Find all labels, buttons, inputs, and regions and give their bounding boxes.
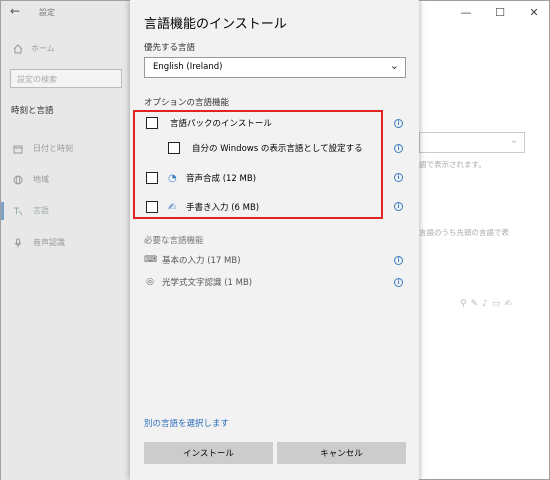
dialog-title: 言語機能のインストール [144,17,287,32]
close-button[interactable]: ✕ [517,1,550,23]
text-to-speech-checkbox[interactable] [146,172,158,184]
sidebar-item-region[interactable]: 地域 [13,174,49,185]
option-label: 自分の Windows の表示言語として設定する [192,144,363,154]
install-button[interactable]: インストール [144,442,273,464]
sidebar-item-language[interactable]: 言語 [13,205,49,216]
language-icon [14,207,23,215]
sidebar-item-date-time[interactable]: 日付と時刻 [13,143,73,154]
sidebar-item-label: 地域 [33,175,49,184]
maximize-button[interactable]: ☐ [483,1,517,23]
option-language-pack[interactable]: 言語パックのインストール [146,117,272,129]
required-features-label: 必要な言語機能 [144,236,204,246]
info-icon[interactable]: i [394,278,403,287]
minimize-button[interactable]: — [449,1,483,23]
home-label: ホーム [31,44,55,53]
optional-features-label: オプションの言語機能 [144,98,230,108]
info-icon[interactable]: i [394,202,403,211]
sidebar-item-label: 音声認識 [33,238,65,247]
option-text-to-speech[interactable]: ◔ 音声合成 (12 MB) [146,172,256,184]
option-label: 音声合成 (12 MB) [186,174,257,184]
microphone-icon [14,238,22,247]
info-icon[interactable]: i [394,173,403,182]
handwriting-icon: ✍ [168,201,177,213]
feature-icon: ⚲ [460,299,467,309]
sidebar-item-speech[interactable]: 音声認識 [13,237,65,248]
background-dropdown [419,132,525,153]
ocr-icon: ◎ [146,277,154,287]
required-label: 光学式文字認識 (1 MB) [162,278,253,288]
set-display-language-checkbox[interactable] [168,142,180,154]
background-feature-icons: ⚲ ✎ ♪ ▭ ✍ [460,299,512,309]
handwriting-icon: ✍ [504,299,512,309]
cancel-button[interactable]: キャンセル [277,442,406,464]
sidebar-item-label: 言語 [33,206,49,215]
sidebar-item-label: 日付と時刻 [33,144,73,153]
language-pack-checkbox[interactable] [146,117,158,129]
active-indicator [1,202,4,220]
app-title: 設定 [39,8,55,17]
home-icon [13,43,23,53]
preferred-language-label: 優先する言語 [144,43,196,53]
option-set-display-language[interactable]: 自分の Windows の表示言語として設定する [168,142,363,154]
info-icon[interactable]: i [394,256,403,265]
feature-icon: ▭ [491,299,501,309]
choose-other-language-link[interactable]: 別の言語を選択します [144,417,229,429]
globe-icon [13,175,23,184]
required-basic-typing: ⌨ 基本の入力 (17 MB) [144,254,241,266]
back-arrow-icon[interactable]: ← [10,4,20,18]
required-label: 基本の入力 (17 MB) [162,256,241,266]
keyboard-icon: ⌨ [144,255,157,265]
feature-icon: ✎ [470,299,479,309]
handwriting-checkbox[interactable] [146,201,158,213]
calendar-icon [13,145,23,153]
sidebar-home[interactable]: ホーム [13,43,55,54]
info-icon[interactable]: i [394,144,403,153]
background-text-order: 言語のうち先頭の言語で表 [419,228,509,237]
info-icon[interactable]: i [394,119,403,128]
option-handwriting[interactable]: ✍ 手書き入力 (6 MB) [146,201,259,213]
window-controls: — ☐ ✕ [449,1,550,23]
chevron-down-icon: ⌄ [389,59,399,72]
option-label: 手書き入力 (6 MB) [186,203,260,213]
language-select-value: English (Ireland) [153,62,223,72]
option-label: 言語パックのインストール [170,119,272,129]
background-text-display: 語で表示されます。 [419,160,486,169]
speech-icon: ◔ [168,172,177,184]
microphone-icon: ♪ [482,299,488,309]
section-label: 時刻と言語 [11,106,54,116]
required-ocr: ◎ 光学式文字認識 (1 MB) [144,276,252,288]
install-language-features-dialog: 言語機能のインストール 優先する言語 English (Ireland) ⌄ オ… [130,0,419,480]
language-select[interactable]: English (Ireland) ⌄ [144,57,406,78]
settings-search-input[interactable]: 設定の検索 [10,69,122,88]
